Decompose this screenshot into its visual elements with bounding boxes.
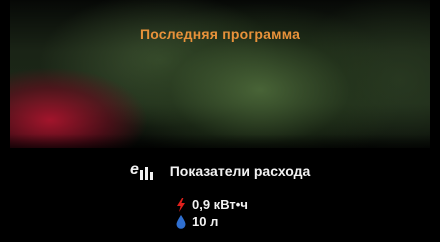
consumption-header: e Показатели расхода	[10, 161, 430, 181]
consumption-panel: e Показатели расхода 0,9 кВт•ч 10 л	[10, 148, 430, 242]
screen-title: Последняя программа	[139, 26, 301, 42]
display-screen: Последняя программа e Показатели расхода…	[0, 0, 440, 242]
lightning-icon	[177, 197, 185, 212]
background-photo	[10, 0, 430, 148]
energy-row: 0,9 кВт•ч	[176, 196, 248, 213]
svg-text:e: e	[130, 161, 139, 178]
water-row: 10 л	[176, 213, 248, 230]
eco-bars-icon: e	[130, 161, 153, 180]
photo-fade	[10, 134, 430, 148]
water-drop-icon	[176, 214, 186, 229]
water-value: 10 л	[192, 214, 219, 229]
consumption-metrics: 0,9 кВт•ч 10 л	[176, 196, 248, 230]
consumption-header-label: Показатели расхода	[169, 163, 311, 179]
energy-value: 0,9 кВт•ч	[192, 197, 248, 212]
